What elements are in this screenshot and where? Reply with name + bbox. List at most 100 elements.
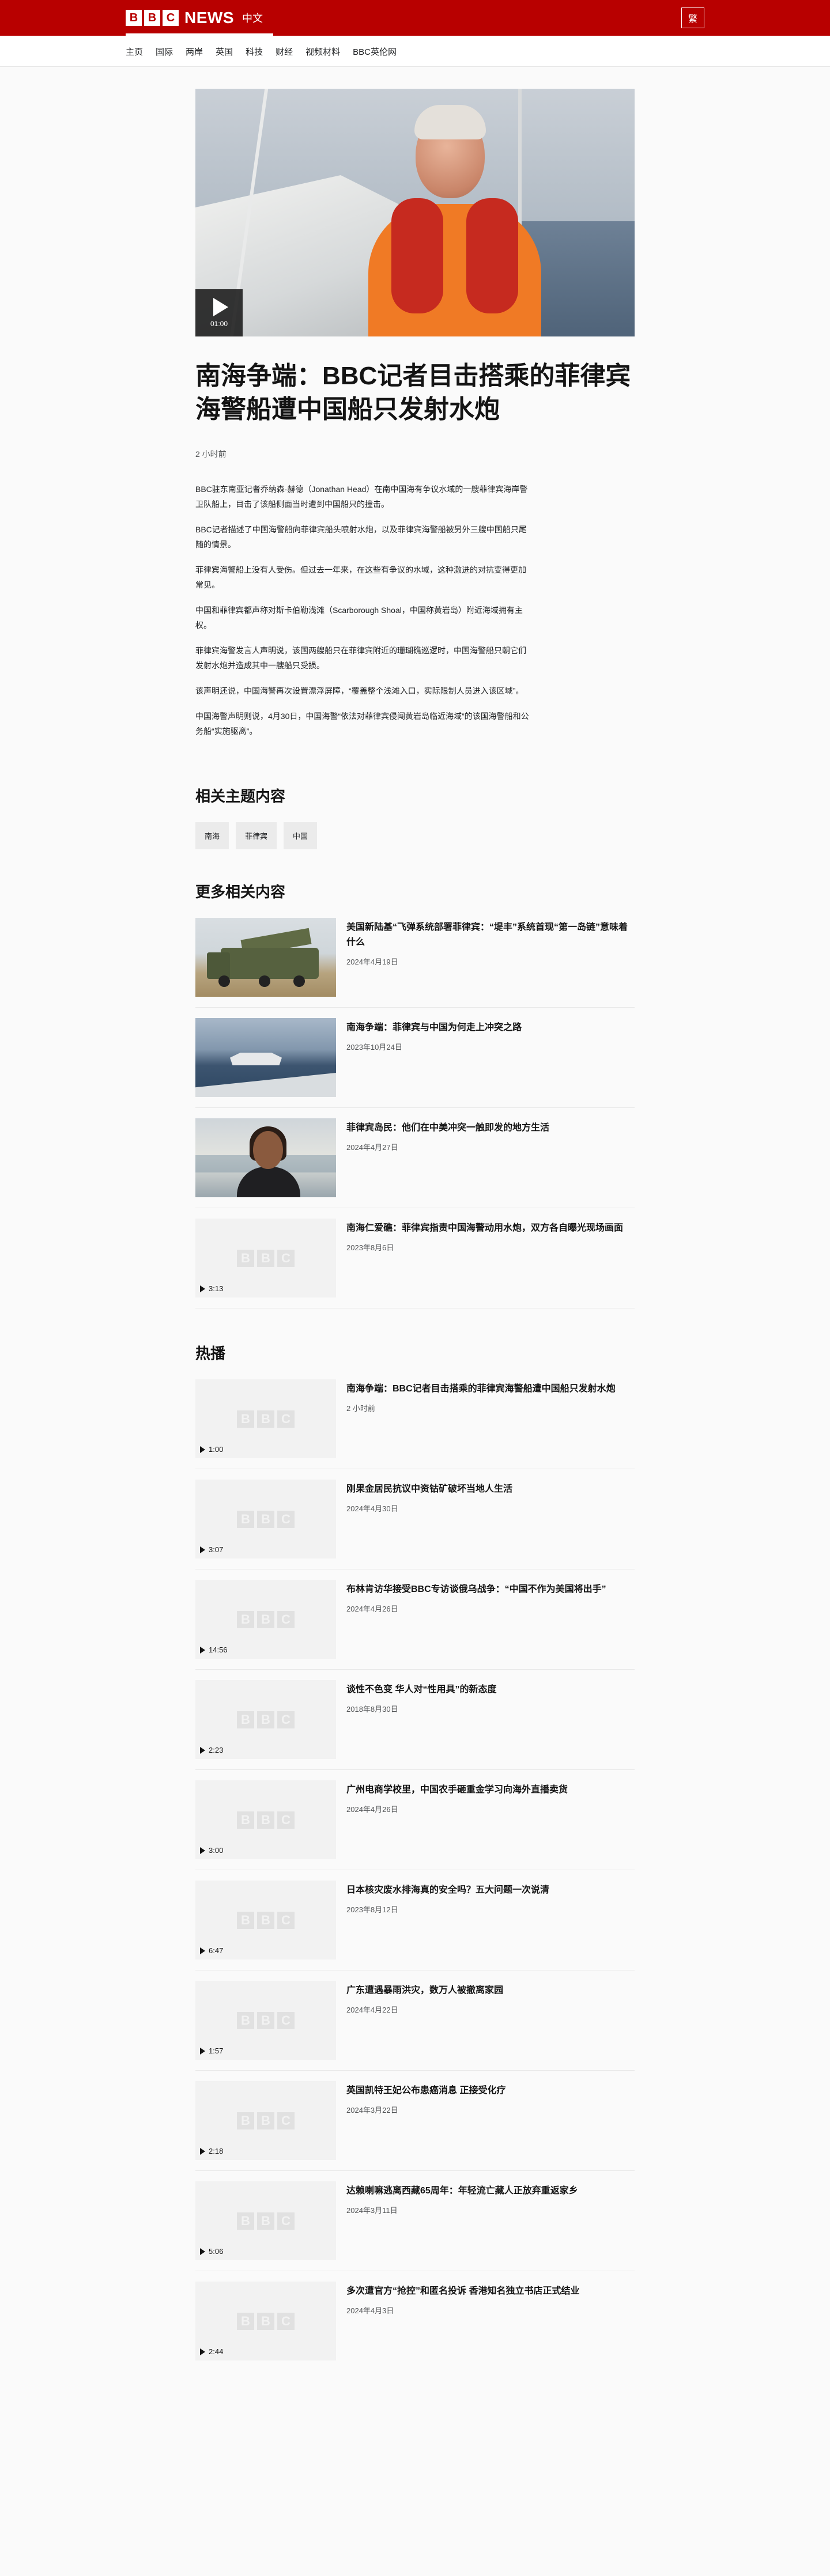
popular-card-date: 2024年4月22日 [346,2006,398,2014]
nav-item-bbc-uk-china[interactable]: BBC英伦网 [353,36,397,67]
play-icon [200,1746,205,1754]
related-card[interactable]: 南海争端：菲律宾与中国为何走上冲突之路 2023年10月24日 [195,1018,635,1108]
nav-item-home[interactable]: 主页 [126,33,274,67]
related-card-title[interactable]: 美国新陆基“飞弹系统部署菲律宾：“堤丰”系统首现“第一岛链”意味着什么 [346,920,635,950]
play-button[interactable]: 01:00 [195,289,243,336]
play-icon [213,298,228,316]
popular-card-title[interactable]: 日本核灾废水排海真的安全吗？五大问题一次说清 [346,1883,549,1898]
related-list: 美国新陆基“飞弹系统部署菲律宾：“堤丰”系统首现“第一岛链”意味着什么 2024… [195,918,635,1308]
popular-thumbnail[interactable]: BBC 2:23 [195,1680,336,1759]
popular-thumbnail[interactable]: BBC 1:57 [195,1981,336,2060]
popular-title: 热播 [195,1345,226,1362]
nav-item-video[interactable]: 视频材料 [305,36,340,67]
related-thumbnail[interactable] [195,1118,336,1197]
popular-card[interactable]: BBC 6:47 日本核灾废水排海真的安全吗？五大问题一次说清 2023年8月1… [195,1881,635,1970]
main-nav: 主页 国际 两岸 英国 科技 财经 视频材料 BBC英伦网 [0,33,830,67]
bbc-placeholder-logo: BBC [237,2011,295,2029]
bbc-placeholder-logo: BBC [237,1610,295,1628]
bbc-block-b1: B [126,10,142,26]
related-card[interactable]: 美国新陆基“飞弹系统部署菲律宾：“堤丰”系统首现“第一岛链”意味着什么 2024… [195,918,635,1008]
popular-card-title[interactable]: 多次遭官方“抢控”和匿名投诉 香港知名独立书店正式结业 [346,2284,579,2299]
bbc-block-c: C [163,10,179,26]
related-card-title[interactable]: 南海争端：菲律宾与中国为何走上冲突之路 [346,1020,522,1035]
article-paragraph: BBC记者描述了中国海警船向菲律宾船头喷射水炮，以及菲律宾海警船被另外三艘中国船… [195,525,527,549]
popular-card-date: 2018年8月30日 [346,1705,398,1713]
related-card[interactable]: BBC 3:13 南海仁爱礁：菲律宾指责中国海警动用水炮，双方各自曝光现场画面 … [195,1219,635,1308]
popular-card-title[interactable]: 布林肯访华接受BBC专访谈俄乌战争：“中国不作为美国将出手” [346,1582,606,1597]
bbc-placeholder-logo: BBC [237,2312,295,2330]
popular-card-title[interactable]: 刚果金居民抗议中资钴矿破坏当地人生活 [346,1482,512,1497]
popular-thumbnail[interactable]: BBC 3:07 [195,1480,336,1559]
popular-card-title[interactable]: 谈性不色变 华人对“性用具”的新态度 [346,1682,496,1697]
popular-card-title[interactable]: 广州电商学校里，中国农手砸重金学习向海外直播卖货 [346,1783,568,1798]
popular-card-title[interactable]: 英国凯特王妃公布患癌消息 正接受化疗 [346,2083,505,2098]
popular-card-title[interactable]: 达赖喇嘛逃离西藏65周年：年轻流亡藏人正放弃重返家乡 [346,2184,578,2199]
popular-card-date: 2024年4月26日 [346,1805,398,1814]
popular-card[interactable]: BBC 5:06 达赖喇嘛逃离西藏65周年：年轻流亡藏人正放弃重返家乡 2024… [195,2181,635,2271]
popular-card-title[interactable]: 南海争端：BBC记者目击搭乘的菲律宾海警船遭中国船只发射水炮 [346,1382,616,1397]
bbc-placeholder-logo: BBC [237,2212,295,2230]
related-card-date: 2023年8月6日 [346,1243,394,1252]
related-card[interactable]: 菲律宾岛民：他们在中美冲突一触即发的地方生活 2024年4月27日 [195,1118,635,1208]
related-thumbnail[interactable] [195,918,336,997]
nav-item-finance[interactable]: 财经 [276,36,293,67]
popular-card-title[interactable]: 广东遭遇暴雨洪灾，数万人被撤离家园 [346,1983,503,1998]
popular-card[interactable]: BBC 2:18 英国凯特王妃公布患癌消息 正接受化疗 2024年3月22日 [195,2081,635,2171]
popular-card[interactable]: BBC 3:00 广州电商学校里，中国农手砸重金学习向海外直播卖货 2024年4… [195,1780,635,1870]
popular-thumbnail[interactable]: BBC 3:00 [195,1780,336,1859]
popular-card[interactable]: BBC 2:23 谈性不色变 华人对“性用具”的新态度 2018年8月30日 [195,1680,635,1770]
article-headline: 南海争端：BBC记者目击搭乘的菲律宾海警船遭中国船只发射水炮 [195,362,631,423]
video-duration-badge: 5:06 [200,2247,223,2256]
topic-tag-south-china-sea[interactable]: 南海 [195,822,229,849]
nav-item-uk[interactable]: 英国 [216,36,233,67]
article-paragraph: BBC驻东南亚记者乔纳森·赫德（Jonathan Head）在南中国海有争议水域… [195,485,528,509]
nav-item-cross-strait[interactable]: 两岸 [186,36,203,67]
video-duration-badge: 2:23 [200,1746,223,1754]
video-duration: 01:00 [210,320,228,328]
traditional-chinese-toggle[interactable]: 繁 [681,7,704,28]
bbc-placeholder-logo: BBC [237,1410,295,1428]
nav-item-tech[interactable]: 科技 [246,36,263,67]
nav-item-international[interactable]: 国际 [156,36,173,67]
topic-tag-china[interactable]: 中国 [284,822,318,849]
hero-video-player[interactable]: 01:00 [195,89,635,336]
popular-thumbnail[interactable]: BBC 6:47 [195,1881,336,1960]
bbc-placeholder-logo: BBC [237,1911,295,1929]
popular-thumbnail[interactable]: BBC 2:18 [195,2081,336,2160]
popular-card-date: 2024年4月30日 [346,1504,398,1513]
related-thumbnail[interactable] [195,1018,336,1097]
play-icon [200,2348,205,2355]
related-card-title[interactable]: 南海仁爱礁：菲律宾指责中国海警动用水炮，双方各自曝光现场画面 [346,1221,623,1236]
popular-card[interactable]: BBC 1:57 广东遭遇暴雨洪灾，数万人被撤离家园 2024年4月22日 [195,1981,635,2071]
popular-card[interactable]: BBC 2:44 多次遭官方“抢控”和匿名投诉 香港知名独立书店正式结业 202… [195,2282,635,2371]
bbc-placeholder-logo: BBC [237,1811,295,1829]
related-title: 更多相关内容 [195,883,286,901]
popular-card[interactable]: BBC 3:07 刚果金居民抗议中资钴矿破坏当地人生活 2024年4月30日 [195,1480,635,1569]
related-card-title[interactable]: 菲律宾岛民：他们在中美冲突一触即发的地方生活 [346,1121,549,1136]
popular-thumbnail[interactable]: BBC 14:56 [195,1580,336,1659]
play-icon [200,2248,205,2255]
play-icon [200,1947,205,1954]
brand-news-text: NEWS [184,9,234,27]
play-icon [200,2147,205,2155]
bbc-placeholder-logo: BBC [237,1249,295,1267]
bbc-news-logo[interactable]: B B C NEWS 中文 [126,9,263,27]
popular-card[interactable]: BBC 14:56 布林肯访华接受BBC专访谈俄乌战争：“中国不作为美国将出手”… [195,1580,635,1670]
popular-card-date: 2024年4月3日 [346,2306,394,2315]
popular-thumbnail[interactable]: BBC 2:44 [195,2282,336,2361]
popular-thumbnail[interactable]: BBC 5:06 [195,2181,336,2260]
bbc-placeholder-logo: BBC [237,2112,295,2129]
related-thumbnail-placeholder[interactable]: BBC 3:13 [195,1219,336,1298]
video-duration-badge: 6:47 [200,1946,223,1955]
play-icon [200,1646,205,1654]
bbc-blocks: B B C [126,10,179,26]
article-paragraph: 菲律宾海警发言人声明说，该国两艘船只在菲律宾附近的珊瑚礁巡逻时，中国海警船只朝它… [195,646,526,670]
popular-thumbnail[interactable]: BBC 1:00 [195,1379,336,1458]
video-duration-badge: 1:57 [200,2047,223,2055]
related-card-date: 2023年10月24日 [346,1043,402,1051]
popular-card-date: 2024年3月22日 [346,2106,398,2114]
topic-tag-philippines[interactable]: 菲律宾 [236,822,277,849]
top-bar: B B C NEWS 中文 繁 [0,0,830,36]
brand-language-text: 中文 [242,13,263,24]
popular-card[interactable]: BBC 1:00 南海争端：BBC记者目击搭乘的菲律宾海警船遭中国船只发射水炮 … [195,1379,635,1469]
